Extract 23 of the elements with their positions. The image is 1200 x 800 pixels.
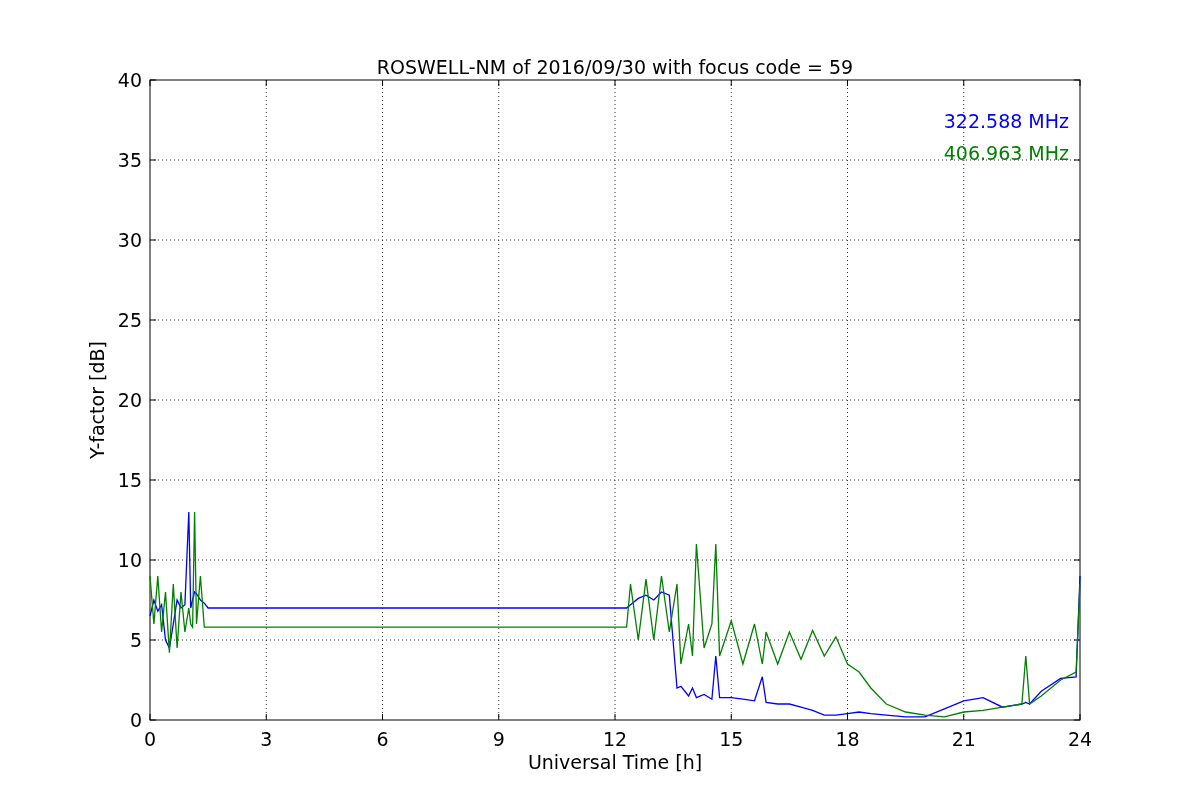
x-axis-label: Universal Time [h]	[527, 751, 703, 773]
x-tick-label: 21	[951, 728, 976, 750]
x-tick-label: 24	[1067, 728, 1093, 750]
x-tick-label: 15	[719, 728, 744, 750]
legend-label: 322.588 MHz	[943, 110, 1069, 132]
x-tick-label: 18	[835, 728, 860, 750]
y-tick-label: 30	[117, 229, 142, 251]
x-tick-label: 12	[602, 728, 628, 750]
y-tick-label: 5	[129, 629, 142, 651]
x-tick-label: 9	[492, 728, 505, 750]
y-tick-label: 10	[117, 549, 142, 571]
y-axis-label: Y-factor [dB]	[86, 341, 108, 459]
y-tick-label: 25	[117, 309, 142, 331]
y-tick-label: 15	[117, 469, 142, 491]
y-tick-label: 20	[117, 389, 142, 411]
x-tick-label: 3	[260, 728, 273, 750]
x-tick-label: 0	[143, 728, 157, 750]
x-tick-label: 6	[376, 728, 389, 750]
chart-title: ROSWELL-NM of 2016/09/30 with focus code = 59	[376, 56, 854, 78]
y-tick-label: 0	[129, 709, 142, 731]
y-tick-label: 35	[117, 149, 142, 171]
legend-label: 406.963 MHz	[943, 142, 1069, 164]
y-tick-label: 40	[117, 69, 142, 91]
